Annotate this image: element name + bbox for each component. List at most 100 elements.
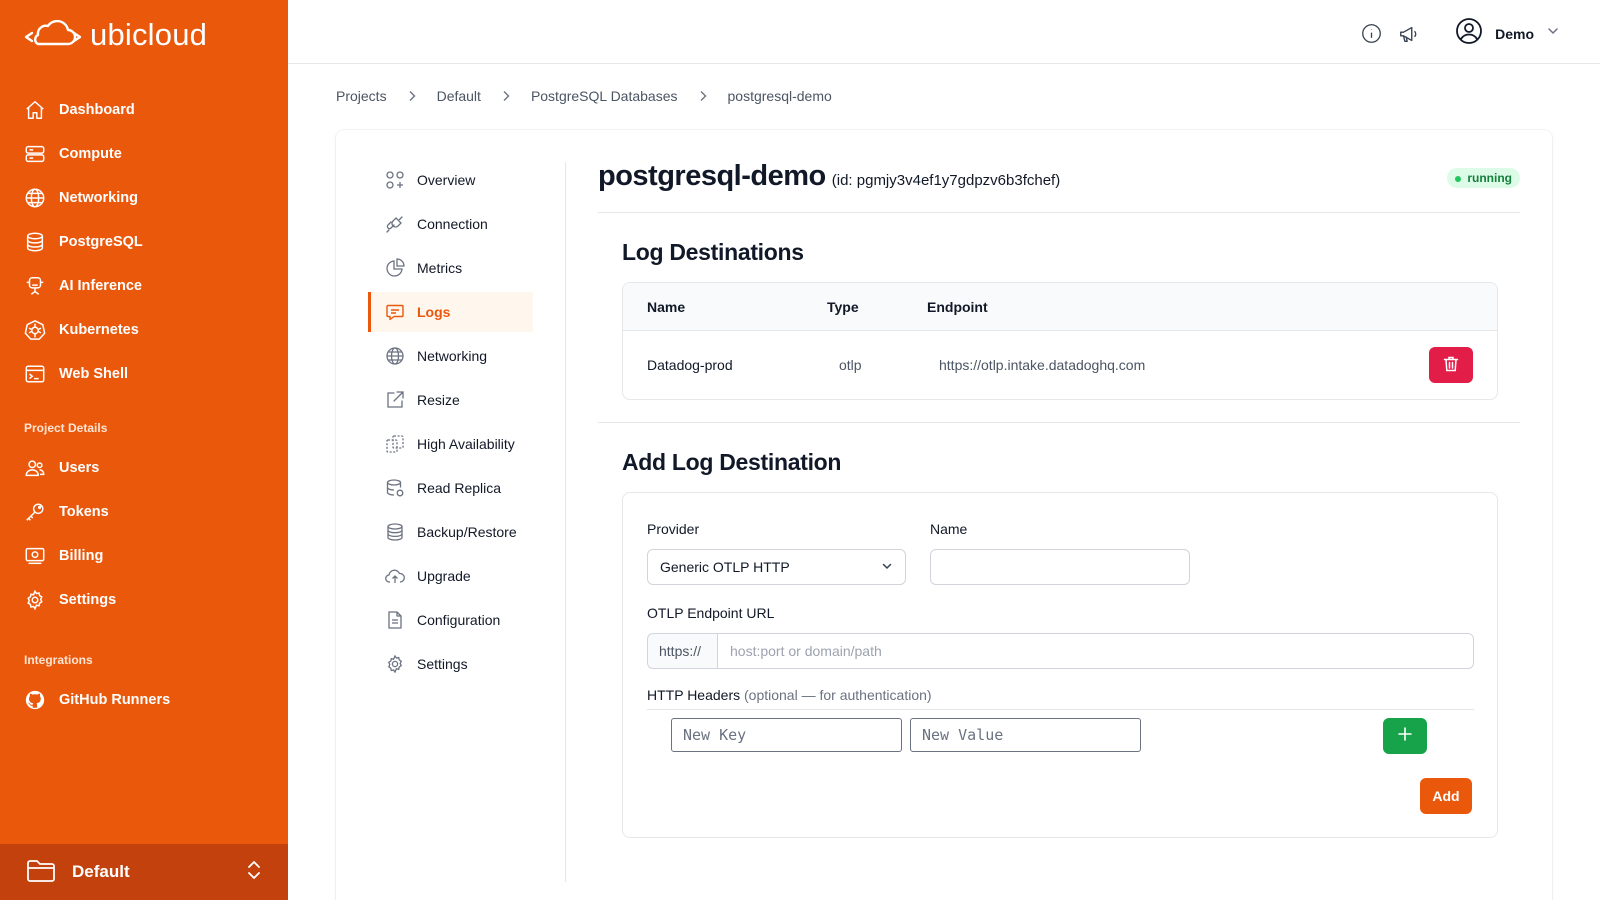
sidebar-item-ai-inference[interactable]: AI Inference	[24, 264, 274, 308]
headers-divider	[647, 709, 1474, 710]
subnav-item-upgrade[interactable]: Upgrade	[368, 556, 533, 596]
sidebar-item-settings[interactable]: Settings	[24, 578, 274, 622]
cloud-upload-icon	[385, 566, 405, 586]
sidebar-item-kubernetes[interactable]: Kubernetes	[24, 308, 274, 352]
table-header-row: Name Type Endpoint	[623, 283, 1497, 331]
brand-logo[interactable]: ubicloud	[24, 17, 207, 53]
subnav-item-label: Connection	[417, 216, 488, 232]
subnav-item-networking[interactable]: Networking	[368, 336, 533, 376]
info-icon[interactable]	[1359, 22, 1383, 46]
name-input[interactable]	[930, 549, 1190, 585]
subnav-item-overview[interactable]: Overview	[368, 160, 533, 200]
sidebar-item-web-shell[interactable]: Web Shell	[24, 352, 274, 396]
gear-icon	[385, 654, 405, 674]
cloud-logo-icon	[24, 18, 82, 53]
globe-icon	[24, 187, 46, 209]
sidebar-main-nav: Dashboard Compute Networking PostgreSQL …	[24, 88, 274, 396]
sidebar-item-postgresql[interactable]: PostgreSQL	[24, 220, 274, 264]
subnav-item-read-replica[interactable]: Read Replica	[368, 468, 533, 508]
subnav-item-high-availability[interactable]: High Availability	[368, 424, 533, 464]
pie-chart-icon	[385, 258, 405, 278]
high-availability-icon	[385, 434, 405, 454]
megaphone-icon[interactable]	[1397, 22, 1421, 46]
ai-chip-icon	[24, 275, 46, 297]
subnav-item-connection[interactable]: Connection	[368, 204, 533, 244]
sidebar-item-label: Tokens	[59, 504, 109, 520]
breadcrumb-postgresql-databases[interactable]: PostgreSQL Databases	[531, 88, 678, 104]
subnav-item-resize[interactable]: Resize	[368, 380, 533, 420]
sidebar-item-label: Networking	[59, 190, 138, 206]
resource-header: postgresql-demo (id: pgmjy3v4ef1y7gdpzv6…	[598, 160, 1520, 200]
subnav-item-label: Networking	[417, 348, 488, 364]
sidebar-item-label: Settings	[59, 592, 117, 608]
endpoint-url-input[interactable]	[717, 633, 1474, 669]
chevron-down-icon	[1546, 24, 1560, 43]
chevron-down-icon	[881, 559, 893, 575]
sidebar-item-networking[interactable]: Networking	[24, 176, 274, 220]
subnav-item-backup-restore[interactable]: Backup/Restore	[368, 512, 533, 552]
user-menu[interactable]: Demo	[1455, 17, 1560, 50]
breadcrumb-default[interactable]: Default	[437, 88, 481, 104]
resource-subnav: Overview Connection Metrics Logs Network…	[368, 160, 533, 688]
top-bar-actions: Demo	[1359, 17, 1560, 50]
provider-label: Provider	[647, 521, 700, 537]
sidebar-item-github-runners[interactable]: GitHub Runners	[24, 678, 274, 722]
database-icon	[24, 231, 46, 253]
http-headers-label: HTTP Headers (optional — for authenticat…	[647, 687, 932, 703]
home-icon	[24, 99, 46, 121]
project-switcher[interactable]: Default	[0, 844, 288, 900]
endpoint-label: OTLP Endpoint URL	[647, 605, 775, 621]
chat-icon	[385, 302, 405, 322]
subnav-item-logs[interactable]: Logs	[368, 292, 533, 332]
subnav-item-label: Settings	[417, 656, 468, 672]
sidebar-item-billing[interactable]: Billing	[24, 534, 274, 578]
add-destination-button[interactable]: Add	[1420, 778, 1472, 814]
sidebar-item-compute[interactable]: Compute	[24, 132, 274, 176]
resize-icon	[385, 390, 405, 410]
vertical-divider	[565, 162, 566, 882]
add-header-button[interactable]	[1383, 718, 1427, 754]
column-header-name: Name	[623, 283, 827, 331]
users-icon	[24, 457, 46, 479]
sidebar-item-tokens[interactable]: Tokens	[24, 490, 274, 534]
document-icon	[385, 610, 405, 630]
provider-selected-value: Generic OTLP HTTP	[660, 559, 790, 575]
chevron-up-down-icon	[246, 859, 262, 886]
header-value-input[interactable]	[910, 718, 1141, 752]
column-header-type: Type	[827, 283, 927, 331]
http-headers-optional-hint: (optional — for authentication)	[744, 687, 932, 703]
sidebar-item-label: Dashboard	[59, 102, 135, 118]
globe-icon	[385, 346, 405, 366]
sidebar-item-dashboard[interactable]: Dashboard	[24, 88, 274, 132]
add-destination-form: Provider Generic OTLP HTTP Name OTLP End…	[622, 492, 1498, 838]
kubernetes-icon	[24, 319, 46, 341]
log-destinations-table-wrap: Name Type Endpoint Datadog-prod otlp htt…	[622, 282, 1520, 400]
sidebar-item-users[interactable]: Users	[24, 446, 274, 490]
table-row: Datadog-prod otlp https://otlp.intake.da…	[623, 331, 1497, 399]
subnav-item-configuration[interactable]: Configuration	[368, 600, 533, 640]
subnav-item-label: Backup/Restore	[417, 524, 517, 540]
sidebar-item-label: Users	[59, 460, 100, 476]
divider	[598, 212, 1520, 213]
subnav-item-label: Logs	[417, 304, 451, 320]
provider-select[interactable]: Generic OTLP HTTP	[647, 549, 906, 585]
resource-id: (id: pgmjy3v4ef1y7gdpzv6b3fchef)	[831, 172, 1061, 189]
breadcrumb-current[interactable]: postgresql-demo	[728, 88, 832, 104]
chevron-right-icon	[407, 90, 417, 102]
page-title: postgresql-demo	[598, 160, 826, 192]
subnav-item-label: Read Replica	[417, 480, 502, 496]
github-icon	[24, 689, 46, 711]
breadcrumb: Projects Default PostgreSQL Databases po…	[336, 88, 832, 104]
add-destination-form-wrap: Provider Generic OTLP HTTP Name OTLP End…	[622, 492, 1520, 838]
overview-icon	[385, 170, 405, 190]
sidebar: ubicloud Dashboard Compute Networking Po…	[0, 0, 288, 900]
subnav-item-label: Resize	[417, 392, 460, 408]
database-icon	[385, 522, 405, 542]
delete-destination-button[interactable]	[1429, 347, 1473, 383]
breadcrumb-projects[interactable]: Projects	[336, 88, 387, 104]
subnav-item-metrics[interactable]: Metrics	[368, 248, 533, 288]
sidebar-integrations-nav: GitHub Runners	[24, 678, 274, 722]
header-key-input[interactable]	[671, 718, 902, 752]
gear-icon	[24, 589, 46, 611]
subnav-item-settings[interactable]: Settings	[368, 644, 533, 684]
